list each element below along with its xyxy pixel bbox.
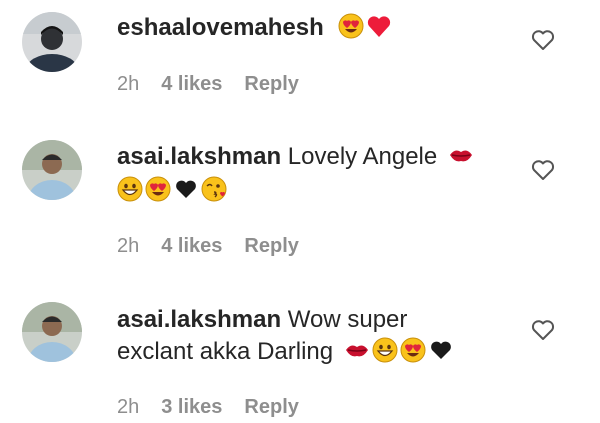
comment-text-line-1: eshaalovemahesh: [117, 12, 517, 44]
like-heart-icon[interactable]: [530, 317, 556, 343]
comment-meta: 2h 4 likes Reply: [117, 235, 321, 258]
lips-emoji: [344, 337, 370, 363]
heart-eyes-emoji: [400, 337, 426, 363]
comment-timestamp: 2h: [117, 235, 140, 257]
like-heart-icon[interactable]: [530, 27, 556, 53]
comment-text-line-2: [117, 175, 517, 207]
avatar[interactable]: [22, 302, 82, 362]
comment-text-line-1: asai.lakshman Lovely Angele: [117, 141, 517, 173]
reply-button[interactable]: Reply: [244, 235, 298, 258]
comment-text: Wow super: [287, 306, 408, 333]
black-heart-emoji: [173, 176, 199, 202]
comment-likes-count[interactable]: 4 likes: [161, 73, 222, 96]
lips-emoji: [448, 142, 474, 168]
grinning-emoji: [117, 176, 143, 202]
comment-likes-count[interactable]: 3 likes: [161, 396, 222, 419]
comment-timestamp: 2h: [117, 73, 140, 95]
comment-username[interactable]: asai.lakshman: [117, 306, 281, 333]
black-heart-emoji: [428, 337, 454, 363]
comment-text-continued: exclant akka Darling: [117, 338, 334, 365]
comment-username[interactable]: asai.lakshman: [117, 143, 281, 170]
comment-likes-count[interactable]: 4 likes: [161, 235, 222, 258]
comment-timestamp: 2h: [117, 396, 140, 418]
comment-username[interactable]: eshaalovemahesh: [117, 14, 324, 41]
comment-meta: 2h 4 likes Reply: [117, 73, 321, 96]
red-heart-emoji: [366, 13, 392, 39]
kissing-heart-emoji: [201, 176, 227, 202]
avatar[interactable]: [22, 140, 82, 200]
reply-button[interactable]: Reply: [244, 73, 298, 96]
reply-button[interactable]: Reply: [244, 396, 298, 419]
like-heart-icon[interactable]: [530, 157, 556, 183]
avatar[interactable]: [22, 12, 82, 72]
heart-eyes-emoji: [338, 13, 364, 39]
comment-text-line-2: exclant akka Darling: [117, 336, 517, 368]
comment-text-line-1: asai.lakshman Wow super: [117, 304, 517, 336]
grinning-emoji: [372, 337, 398, 363]
heart-eyes-emoji: [145, 176, 171, 202]
comment-meta: 2h 3 likes Reply: [117, 396, 321, 419]
comment-text: Lovely Angele: [287, 143, 438, 170]
